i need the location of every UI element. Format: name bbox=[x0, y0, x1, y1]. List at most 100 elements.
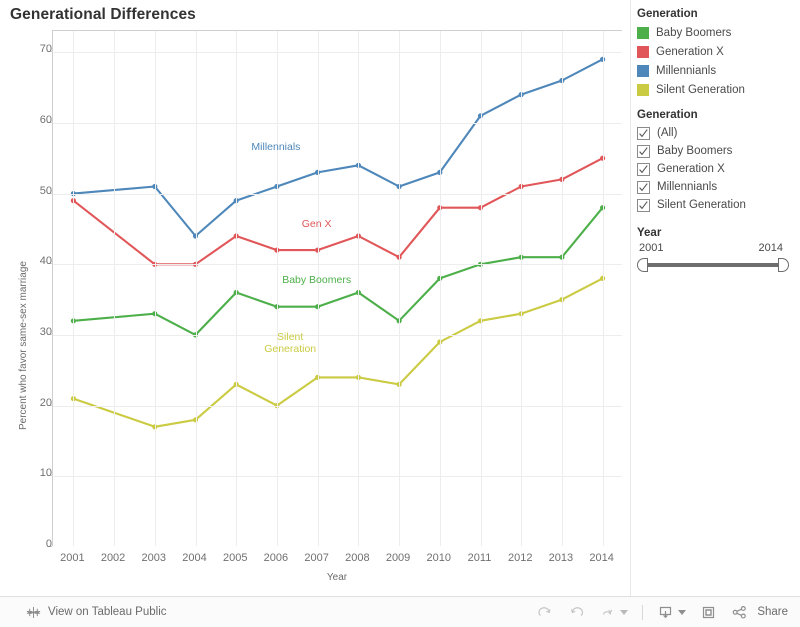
gridline bbox=[480, 31, 482, 546]
gridline bbox=[53, 405, 622, 407]
download-button[interactable] bbox=[657, 604, 687, 621]
filter-option[interactable]: Generation X bbox=[637, 160, 800, 178]
filter-option[interactable]: Silent Generation bbox=[637, 196, 800, 214]
x-tick-label: 2005 bbox=[222, 552, 248, 564]
legend-item[interactable]: Silent Generation bbox=[637, 80, 800, 99]
gridline bbox=[53, 476, 622, 478]
gridline bbox=[236, 31, 238, 546]
x-axis-title: Year bbox=[326, 572, 348, 583]
bottom-toolbar: View on Tableau Public Share bbox=[0, 596, 800, 627]
gridline bbox=[276, 31, 278, 546]
checkbox[interactable] bbox=[637, 126, 650, 140]
gridline bbox=[561, 31, 563, 546]
gridline bbox=[317, 31, 319, 546]
generation-filter[interactable]: Generation (All) Baby Boomers Generation X… bbox=[637, 109, 800, 214]
checkbox[interactable] bbox=[637, 162, 650, 176]
gridline bbox=[521, 31, 523, 546]
checkbox[interactable] bbox=[637, 144, 650, 158]
series-label: Silent Generation bbox=[264, 330, 317, 355]
gridline bbox=[53, 122, 622, 124]
color-legend[interactable]: Baby Boomers Generation X Millennianls Sile… bbox=[637, 23, 800, 99]
filter-option-label: (All) bbox=[657, 127, 678, 139]
filter-option[interactable]: (All) bbox=[637, 124, 800, 142]
view-on-tableau-public-button[interactable]: View on Tableau Public bbox=[26, 597, 167, 627]
x-tick-label: 2001 bbox=[60, 552, 85, 564]
x-tick-label: 2012 bbox=[507, 552, 533, 564]
redo-icon[interactable] bbox=[537, 604, 554, 621]
x-tick-label: 2007 bbox=[304, 552, 329, 564]
slider-handle-max[interactable] bbox=[778, 258, 789, 272]
gridline bbox=[53, 334, 622, 336]
x-tick-label: 2011 bbox=[467, 552, 492, 564]
checkmark-icon bbox=[639, 128, 648, 137]
filter-option[interactable]: Millennianls bbox=[637, 178, 800, 196]
legend-color-swatch bbox=[637, 64, 649, 77]
checkbox[interactable] bbox=[637, 180, 650, 194]
slider-track[interactable] bbox=[644, 263, 782, 267]
x-tick-label: 2002 bbox=[100, 552, 126, 564]
series-label: Millennials bbox=[251, 141, 301, 154]
x-tick-label: 2013 bbox=[548, 552, 574, 564]
tableau-snowflake-icon bbox=[26, 605, 41, 620]
share-icon[interactable] bbox=[731, 604, 748, 621]
x-tick-label: 2009 bbox=[385, 552, 411, 564]
revert-icon[interactable] bbox=[599, 605, 616, 620]
plot-area[interactable] bbox=[52, 30, 622, 546]
checkmark-icon bbox=[639, 182, 648, 191]
y-tick-label: 10 bbox=[39, 467, 52, 480]
legend-item-label: Generation X bbox=[656, 45, 724, 58]
legend-color-swatch bbox=[637, 26, 649, 39]
legend-title: Generation bbox=[637, 8, 698, 20]
revert-button[interactable] bbox=[599, 605, 629, 620]
series-line[interactable] bbox=[72, 58, 604, 238]
share-label: Share bbox=[757, 606, 788, 618]
x-tick-label: 2014 bbox=[589, 552, 614, 564]
checkmark-icon bbox=[639, 164, 648, 173]
y-tick-label: 50 bbox=[39, 184, 52, 197]
series-line[interactable] bbox=[72, 157, 604, 266]
year-filter-title: Year bbox=[637, 227, 662, 239]
legend-color-swatch bbox=[637, 45, 649, 58]
right-panel: Generation Baby Boomers Generation X Mille… bbox=[630, 0, 800, 596]
y-axis-title: Percent who favor same-sex marriage bbox=[18, 261, 29, 430]
chevron-down-icon[interactable] bbox=[620, 609, 629, 615]
legend-item[interactable]: Millennianls bbox=[637, 61, 800, 80]
y-tick-label: 0 bbox=[45, 538, 52, 550]
year-filter[interactable]: Year 2001 2014 bbox=[637, 227, 800, 272]
year-min-label: 2001 bbox=[639, 242, 664, 254]
gridline bbox=[602, 31, 604, 546]
x-tick-label: 2010 bbox=[426, 552, 452, 564]
undo-icon[interactable] bbox=[568, 604, 585, 621]
gridline bbox=[358, 31, 360, 546]
slider-handle-min[interactable] bbox=[637, 258, 648, 272]
filter-option-label: Baby Boomers bbox=[657, 145, 733, 157]
legend-item[interactable]: Generation X bbox=[637, 42, 800, 61]
tableau-dashboard: Generational Differences 0 10 20 30 40 50 60 70… bbox=[0, 0, 800, 627]
x-tick-label: 2006 bbox=[263, 552, 289, 564]
filter-option-label: Silent Generation bbox=[657, 199, 746, 211]
series-label: Gen X bbox=[301, 217, 332, 230]
legend-item[interactable]: Baby Boomers bbox=[637, 23, 800, 42]
gridline bbox=[439, 31, 441, 546]
legend-color-swatch bbox=[637, 83, 649, 96]
year-range-labels: 2001 2014 bbox=[637, 242, 789, 257]
chart-viz[interactable]: 0 10 20 30 40 50 60 70 Percent who favor same-s… bbox=[0, 0, 630, 596]
y-tick-label: 60 bbox=[39, 113, 52, 126]
view-on-tableau-public-label: View on Tableau Public bbox=[48, 606, 167, 618]
year-max-label: 2014 bbox=[758, 242, 783, 254]
generation-filter-title: Generation bbox=[637, 109, 698, 121]
filter-option[interactable]: Baby Boomers bbox=[637, 142, 800, 160]
gridline bbox=[399, 31, 401, 546]
x-tick-label: 2004 bbox=[182, 552, 207, 564]
fullscreen-icon[interactable] bbox=[700, 604, 717, 621]
chevron-down-icon[interactable] bbox=[678, 609, 687, 615]
series-line[interactable] bbox=[72, 206, 604, 336]
checkbox[interactable] bbox=[637, 198, 650, 212]
checkmark-icon bbox=[639, 146, 648, 155]
download-icon[interactable] bbox=[657, 604, 674, 621]
legend-item-label: Silent Generation bbox=[656, 83, 745, 96]
year-range-slider[interactable] bbox=[637, 258, 789, 272]
filter-option-label: Millennianls bbox=[657, 181, 718, 193]
legend-item-label: Millennianls bbox=[656, 64, 717, 77]
share-button[interactable]: Share bbox=[731, 604, 788, 621]
